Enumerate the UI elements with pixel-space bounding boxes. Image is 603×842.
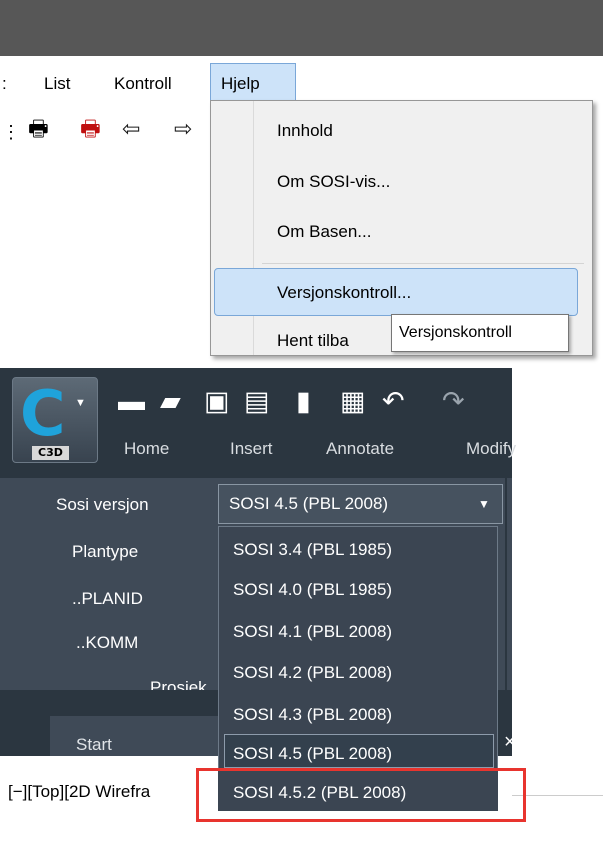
save-as-icon[interactable]: ▤ [244,386,270,416]
tab-home[interactable]: Home [124,438,169,460]
menu-versjonskontroll[interactable]: Versjonskontroll... [277,282,411,304]
printer-icon[interactable]: 🖶 [28,117,49,141]
logo-label: C3D [32,446,69,460]
print-icon[interactable]: ▦ [340,386,366,416]
list-item[interactable]: SOSI 3.4 (PBL 1985) [233,539,392,561]
menu-bar [0,56,603,102]
menu-item-list[interactable]: List [44,73,70,95]
c3d-logo-icon: C [20,377,66,450]
open-icon[interactable]: ▰ [160,386,181,416]
list-item[interactable]: SOSI 4.0 (PBL 1985) [233,579,392,601]
title-bar [0,0,603,56]
menu-separator [262,263,584,264]
menu-item-hjelp-label: Hjelp [221,74,260,93]
save-icon[interactable]: ▣ [204,386,230,416]
list-item[interactable]: SOSI 4.2 (PBL 2008) [233,662,392,684]
list-item[interactable]: SOSI 4.3 (PBL 2008) [233,704,392,726]
toolbar-separator-icon: ⋮ [2,122,20,142]
label-plantype: Plantype [72,542,139,561]
redo-icon[interactable]: ↷ [442,386,465,416]
highlight-annotation [196,768,526,822]
arrow-right-icon[interactable]: ⇨ [174,117,192,141]
undo-icon[interactable]: ↶ [382,386,405,416]
sosi-version-selected: SOSI 4.5 (PBL 2008) [229,494,389,513]
tab-annotate[interactable]: Annotate [326,438,394,460]
label-komm: ..KOMM [76,633,139,652]
chevron-down-icon[interactable]: ▼ [478,493,490,515]
new-icon[interactable]: ▬ [118,386,145,416]
menu-item-partial[interactable]: : [2,73,7,95]
import-icon[interactable]: ▮ [296,386,311,416]
tab-start-label: Start [76,735,112,754]
ribbon-divider [505,478,507,690]
tab-modify[interactable]: Modify [466,438,516,460]
menu-hent-tilbake[interactable]: Hent tilba [277,330,349,352]
label-planid: ..PLANID [72,589,143,608]
help-menu-gutter [211,101,254,355]
list-item[interactable]: SOSI 4.1 (PBL 2008) [233,621,392,643]
tooltip: Versjonskontroll [391,314,569,352]
close-icon[interactable]: × [504,731,516,753]
tab-insert[interactable]: Insert [230,438,273,460]
chevron-down-icon: ▼ [75,397,86,409]
menu-innhold[interactable]: Innhold [277,120,333,142]
menu-om-sosi-vis[interactable]: Om SOSI-vis... [277,171,390,193]
label-sosi-versjon: Sosi versjon [56,495,149,514]
arrow-left-icon[interactable]: ⇦ [122,117,140,141]
menu-om-basen[interactable]: Om Basen... [277,221,371,243]
print-preview-icon[interactable]: 🖶 [80,117,101,141]
menu-item-kontroll[interactable]: Kontroll [114,73,172,95]
viewport-controls-label[interactable]: [−][Top][2D Wirefra [8,781,150,803]
list-item[interactable]: SOSI 4.5 (PBL 2008) [233,743,392,765]
